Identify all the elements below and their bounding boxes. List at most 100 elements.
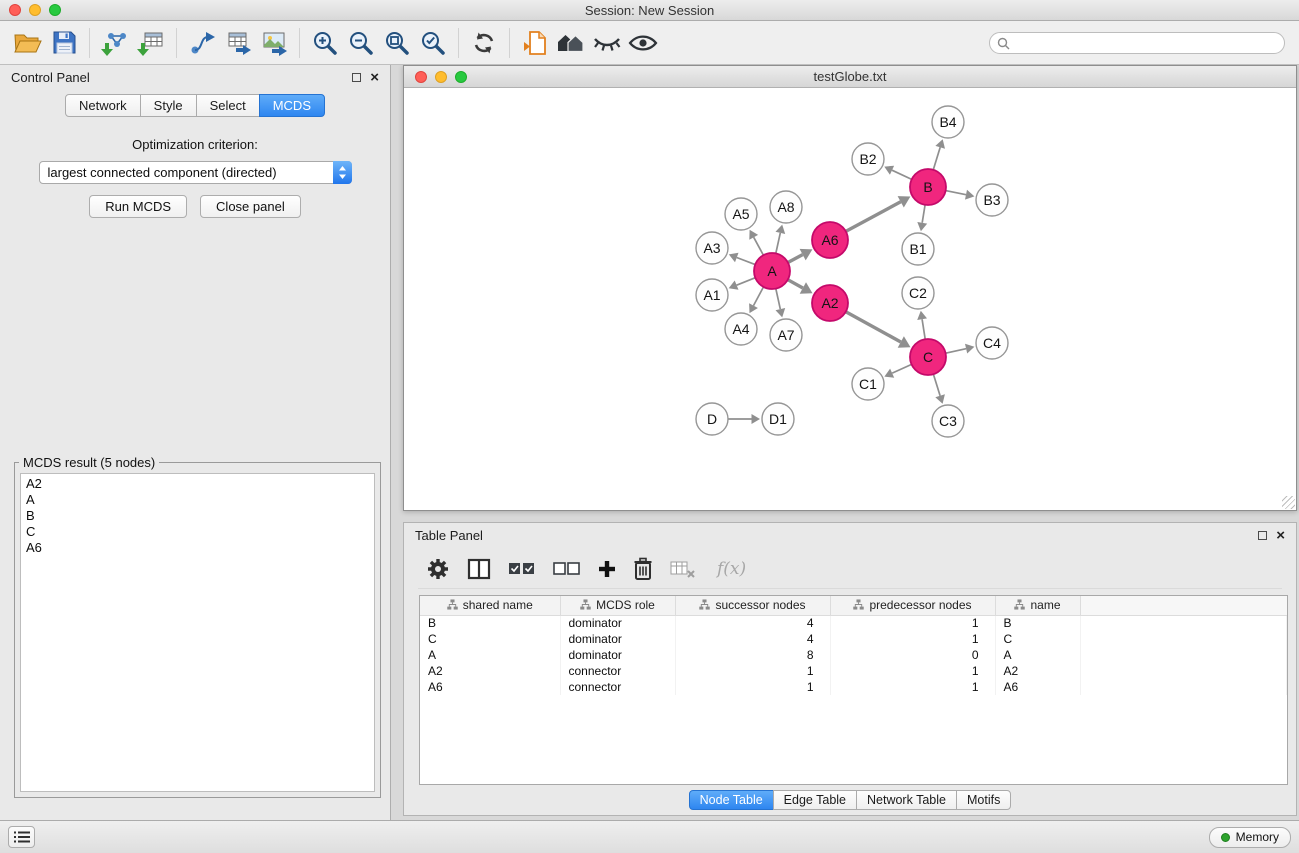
export-image-button[interactable] <box>256 26 292 60</box>
save-session-button[interactable] <box>46 26 82 60</box>
network-graph[interactable]: B4B2BB3A5A8A6A3B1AC2A1A2A4A7C4CC1DD1C3 <box>404 89 1296 511</box>
import-network-button[interactable] <box>97 26 133 60</box>
graph-node-B1[interactable]: B1 <box>902 233 934 265</box>
open-session-button[interactable] <box>10 26 46 60</box>
zoom-network-window-button[interactable] <box>455 71 467 83</box>
zoom-out-button[interactable] <box>343 26 379 60</box>
show-columns-button[interactable] <box>467 558 491 580</box>
resize-grip-icon[interactable] <box>1282 496 1295 509</box>
edge-A6-B[interactable] <box>846 196 911 231</box>
zoom-in-button[interactable] <box>307 26 343 60</box>
tab-style[interactable]: Style <box>140 94 197 117</box>
graph-node-C2[interactable]: C2 <box>902 277 934 309</box>
table-row[interactable]: Cdominator41C <box>420 631 1287 647</box>
column-header-shared-name[interactable]: shared name <box>420 596 560 615</box>
delete-table-button[interactable] <box>670 559 696 579</box>
zoom-selected-button[interactable] <box>415 26 451 60</box>
graph-node-A7[interactable]: A7 <box>770 319 802 351</box>
table-row[interactable]: A6connector11A6 <box>420 679 1287 695</box>
graph-node-D1[interactable]: D1 <box>762 403 794 435</box>
edge-C-C3[interactable] <box>933 374 945 404</box>
graph-node-C1[interactable]: C1 <box>852 368 884 400</box>
column-header-successor-nodes[interactable]: successor nodes <box>675 596 830 615</box>
network-window-titlebar[interactable]: testGlobe.txt <box>404 66 1296 88</box>
add-row-button[interactable] <box>598 560 616 578</box>
float-panel-icon[interactable] <box>352 73 361 82</box>
graph-node-A3[interactable]: A3 <box>696 232 728 264</box>
import-table-button[interactable] <box>133 26 169 60</box>
edge-A-A4[interactable] <box>749 287 763 313</box>
table-row[interactable]: Adominator80A <box>420 647 1287 663</box>
graph-node-B3[interactable]: B3 <box>976 184 1008 216</box>
edge-A-A7[interactable] <box>776 289 786 318</box>
task-history-button[interactable] <box>8 826 35 848</box>
edge-A-A8[interactable] <box>776 225 786 254</box>
unselect-all-button[interactable] <box>553 561 581 577</box>
criterion-dropdown[interactable]: largest connected component (directed) <box>39 161 352 184</box>
tab-network-table[interactable]: Network Table <box>856 790 957 810</box>
open-file-button[interactable] <box>517 26 553 60</box>
memory-button[interactable]: Memory <box>1209 827 1291 848</box>
show-details-button[interactable] <box>625 26 661 60</box>
close-panel-button[interactable]: Close panel <box>200 195 301 218</box>
toggle-birds-eye-button[interactable] <box>589 26 625 60</box>
mcds-result-item[interactable]: A6 <box>26 540 369 556</box>
close-panel-icon[interactable]: × <box>370 70 379 85</box>
delete-row-button[interactable] <box>633 557 653 581</box>
close-window-button[interactable] <box>9 4 21 16</box>
column-header-predecessor-nodes[interactable]: predecessor nodes <box>830 596 995 615</box>
table-row[interactable]: A2connector11A2 <box>420 663 1287 679</box>
tab-mcds[interactable]: MCDS <box>259 94 325 117</box>
column-header-MCDS-role[interactable]: MCDS role <box>560 596 675 615</box>
graph-node-D[interactable]: D <box>696 403 728 435</box>
float-table-panel-icon[interactable] <box>1258 531 1267 540</box>
edge-B-B3[interactable] <box>946 190 975 200</box>
graph-node-A6[interactable]: A6 <box>812 222 848 258</box>
graph-node-A5[interactable]: A5 <box>725 198 757 230</box>
column-header-name[interactable]: name <box>995 596 1080 615</box>
edge-B-B4[interactable] <box>933 139 945 170</box>
minimize-network-window-button[interactable] <box>435 71 447 83</box>
home-view-button[interactable] <box>553 26 589 60</box>
tab-edge-table[interactable]: Edge Table <box>773 790 857 810</box>
edge-A2-C[interactable] <box>846 312 911 348</box>
edge-C-C1[interactable] <box>884 364 911 377</box>
graph-node-A2[interactable]: A2 <box>812 285 848 321</box>
close-network-window-button[interactable] <box>415 71 427 83</box>
edge-A-A1[interactable] <box>729 278 756 290</box>
close-table-panel-icon[interactable]: × <box>1276 528 1285 543</box>
select-all-button[interactable] <box>508 561 536 577</box>
network-canvas[interactable]: B4B2BB3A5A8A6A3B1AC2A1A2A4A7C4CC1DD1C3 <box>404 89 1296 510</box>
edge-A-A6[interactable] <box>788 249 813 263</box>
mcds-result-item[interactable]: B <box>26 508 369 524</box>
search-input[interactable] <box>989 32 1285 54</box>
export-table-button[interactable] <box>220 26 256 60</box>
edge-D-D1[interactable] <box>728 414 760 424</box>
table-row[interactable]: Bdominator41B <box>420 615 1287 631</box>
graph-node-A1[interactable]: A1 <box>696 279 728 311</box>
tab-network[interactable]: Network <box>65 94 141 117</box>
graph-node-C4[interactable]: C4 <box>976 327 1008 359</box>
graph-node-A[interactable]: A <box>754 253 790 289</box>
edge-B-B2[interactable] <box>884 166 911 180</box>
tab-motifs[interactable]: Motifs <box>956 790 1011 810</box>
graph-node-C3[interactable]: C3 <box>932 405 964 437</box>
zoom-fit-button[interactable] <box>379 26 415 60</box>
mcds-result-item[interactable]: C <box>26 524 369 540</box>
edge-A-A2[interactable] <box>788 280 813 294</box>
tab-select[interactable]: Select <box>196 94 260 117</box>
refresh-button[interactable] <box>466 26 502 60</box>
tab-node-table[interactable]: Node Table <box>689 790 774 810</box>
mcds-result-item[interactable]: A2 <box>26 476 369 492</box>
table-settings-button[interactable] <box>426 557 450 581</box>
graph-node-B2[interactable]: B2 <box>852 143 884 175</box>
graph-node-C[interactable]: C <box>910 339 946 375</box>
graph-node-A4[interactable]: A4 <box>725 313 757 345</box>
edge-C-C2[interactable] <box>917 311 927 339</box>
graph-node-B4[interactable]: B4 <box>932 106 964 138</box>
function-builder-button[interactable]: f(x) <box>717 559 746 579</box>
edge-A-A5[interactable] <box>749 230 763 255</box>
zoom-window-button[interactable] <box>49 4 61 16</box>
graph-node-B[interactable]: B <box>910 169 946 205</box>
mcds-result-item[interactable]: A <box>26 492 369 508</box>
